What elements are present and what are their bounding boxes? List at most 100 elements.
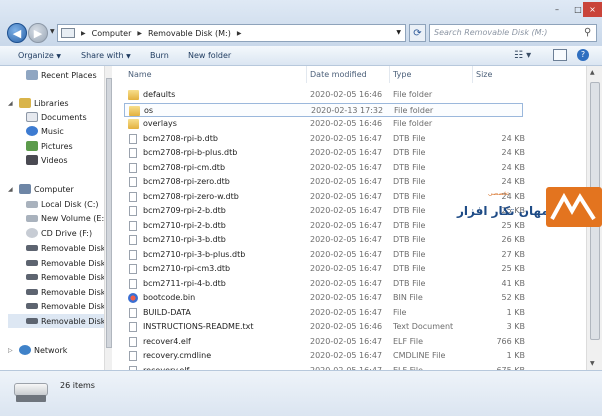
file-date-modified: 2020-02-05 16:47 [310,133,383,143]
table-row[interactable]: BUILD-DATA 2020-02-05 16:47 File 1 KB [124,306,525,320]
file-date-modified: 2020-02-05 16:47 [310,191,383,201]
sidebar-item-label: Videos [41,155,68,165]
sidebar-item-drive[interactable]: CD Drive (F:) [26,226,111,240]
file-icon [129,206,137,216]
sidebar-item-libraries[interactable]: Libraries [19,96,111,110]
file-type: DTB File [393,278,426,288]
file-date-modified: 2020-02-05 16:47 [310,177,383,186]
sidebar-item-label: Documents [41,112,87,122]
removable-disk-icon [26,289,38,295]
breadcrumb-removable-disk[interactable]: Removable Disk (M:) [148,29,231,38]
file-date-modified: 2020-02-05 16:47 [310,351,383,360]
sidebar-item-label: Removable Disk ( [41,316,111,326]
details-pane: 26 items [0,370,602,416]
expand-icon[interactable]: ▷ [8,347,13,354]
file-size: 26 KB [501,235,525,244]
sidebar-item-pictures[interactable]: Pictures [26,139,111,153]
file-name: BUILD-DATA [143,307,191,317]
table-row[interactable]: defaults 2020-02-05 16:46 File folder [124,88,524,102]
sidebar-scrollbar[interactable] [104,66,112,370]
table-row[interactable]: bcm2708-rpi-b.dtb 2020-02-05 16:47 DTB Fil… [124,132,525,146]
file-name: recovery.cmdline [143,351,212,360]
sidebar-item-drive[interactable]: Local Disk (C:) [26,197,111,211]
sidebar-item-label: CD Drive (F:) [41,228,93,238]
file-size: 766 KB [496,336,525,346]
sidebar-item-computer[interactable]: Computer [19,182,111,196]
sidebar-item-drive[interactable]: Removable Disk ( [26,299,111,313]
removable-disk-icon [26,318,38,324]
forward-button[interactable]: ▶ [28,23,48,43]
organize-menu[interactable]: Organize ▼ [18,51,61,60]
scroll-up-icon[interactable]: ▲ [590,69,595,76]
table-row[interactable]: bcm2710-rpi-3-b-plus.dtb 2020-02-05 16:47… [124,248,525,262]
new-folder-button[interactable]: New folder [188,51,231,60]
chevron-right-icon[interactable]: ▶ [137,30,142,37]
table-row[interactable]: bcm2708-rpi-cm.dtb 2020-02-05 16:47 DTB Fi… [124,161,525,175]
sidebar-item-recent-places[interactable]: Recent Places [26,68,111,82]
preview-pane-icon[interactable] [553,49,567,61]
table-row[interactable]: bcm2711-rpi-4-b.dtb 2020-02-05 16:47 DTB F… [124,277,525,291]
file-type: DTB File [393,235,426,244]
sidebar-item-music[interactable]: Music [26,124,111,138]
breadcrumb-computer[interactable]: Computer [92,29,132,38]
column-header-type[interactable]: Type [389,66,472,83]
sidebar-item-drive[interactable]: New Volume (E:) [26,211,111,225]
file-name: defaults [143,90,176,99]
table-row[interactable]: bcm2710-rpi-cm3.dtb 2020-02-05 16:47 DTB F… [124,262,525,276]
file-size: 1 KB [506,351,525,360]
file-date-modified: 2020-02-05 16:47 [310,235,383,244]
file-name: bcm2708-rpi-zero.dtb [143,177,230,186]
change-view-icon[interactable]: ☷ ▾ [514,50,531,61]
folder-icon [128,90,139,100]
sidebar-item-drive[interactable]: Removable Disk ( [26,270,111,284]
column-header-name[interactable]: Name [128,66,306,83]
collapse-icon[interactable]: ◢ [8,186,13,193]
file-size: 24 KB [501,162,525,172]
documents-icon [26,112,38,122]
file-icon [129,278,137,289]
file-icon [129,264,137,274]
table-row[interactable]: os 2020-02-13 17:32 File folder [124,102,523,117]
address-dropdown-icon[interactable]: ▼ [396,29,401,36]
table-row[interactable]: INSTRUCTIONS-README.txt 2020-02-05 16:46 T… [124,320,525,334]
table-row[interactable]: recover4.elf 2020-02-05 16:47 ELF File 766 … [124,335,525,349]
address-bar[interactable]: ▶ Computer ▶ Removable Disk (M:) ▶ ▼ [57,24,406,42]
sidebar-item-drive[interactable]: Removable Disk ( [26,285,111,299]
sidebar-item-network[interactable]: Network [19,343,111,357]
chevron-right-icon[interactable]: ▶ [81,30,86,37]
column-header-date-modified[interactable]: Date modified [306,66,389,83]
search-input[interactable]: Search Removable Disk (M:) [429,24,597,42]
burn-button[interactable]: Burn [150,51,169,60]
table-row[interactable]: bcm2708-rpi-b-plus.dtb 2020-02-05 16:47 DT… [124,146,525,160]
sidebar-item-documents[interactable]: Documents [26,110,111,124]
close-button[interactable]: × [583,2,602,17]
scroll-down-icon[interactable]: ▼ [590,360,595,367]
watermark-text: مهان تکار افزار [457,204,549,218]
file-type: DTB File [393,191,426,201]
sidebar-item-videos[interactable]: Videos [26,153,111,167]
file-icon [129,336,137,347]
back-button[interactable]: ◀ [7,23,27,43]
file-size: 24 KB [501,148,525,157]
network-icon [19,345,31,355]
chevron-right-icon[interactable]: ▶ [237,30,242,37]
table-row[interactable]: bootcode.bin 2020-02-05 16:47 BIN File 52 K… [124,291,525,305]
file-name: bcm2711-rpi-4-b.dtb [143,278,226,288]
search-icon[interactable]: ⚲ [584,27,599,38]
table-row[interactable]: recovery.cmdline 2020-02-05 16:47 CMDLINE … [124,349,525,363]
table-row[interactable]: overlays 2020-02-05 16:46 File folder [124,117,524,131]
sidebar-item-drive[interactable]: Removable Disk ( [26,256,111,270]
collapse-icon[interactable]: ◢ [8,100,13,107]
share-with-menu[interactable]: Share with ▼ [81,51,131,60]
file-type: DTB File [393,133,426,143]
file-type: DTB File [393,162,426,172]
sidebar-item-drive[interactable]: Removable Disk ( [26,241,111,255]
sidebar-item-drive-selected[interactable]: Removable Disk ( [8,314,111,328]
recent-pages-dropdown-icon[interactable]: ▼ [50,28,55,35]
help-icon[interactable]: ? [577,49,589,61]
column-header-size[interactable]: Size [472,66,524,83]
navigation-bar: – □ × ◀ ▶ ▼ ▶ Computer ▶ Removable Disk … [0,0,602,46]
refresh-button[interactable]: ⟳ [409,24,426,42]
table-row[interactable]: bcm2710-rpi-3-b.dtb 2020-02-05 16:47 DTB F… [124,233,525,247]
folder-icon [129,105,140,116]
